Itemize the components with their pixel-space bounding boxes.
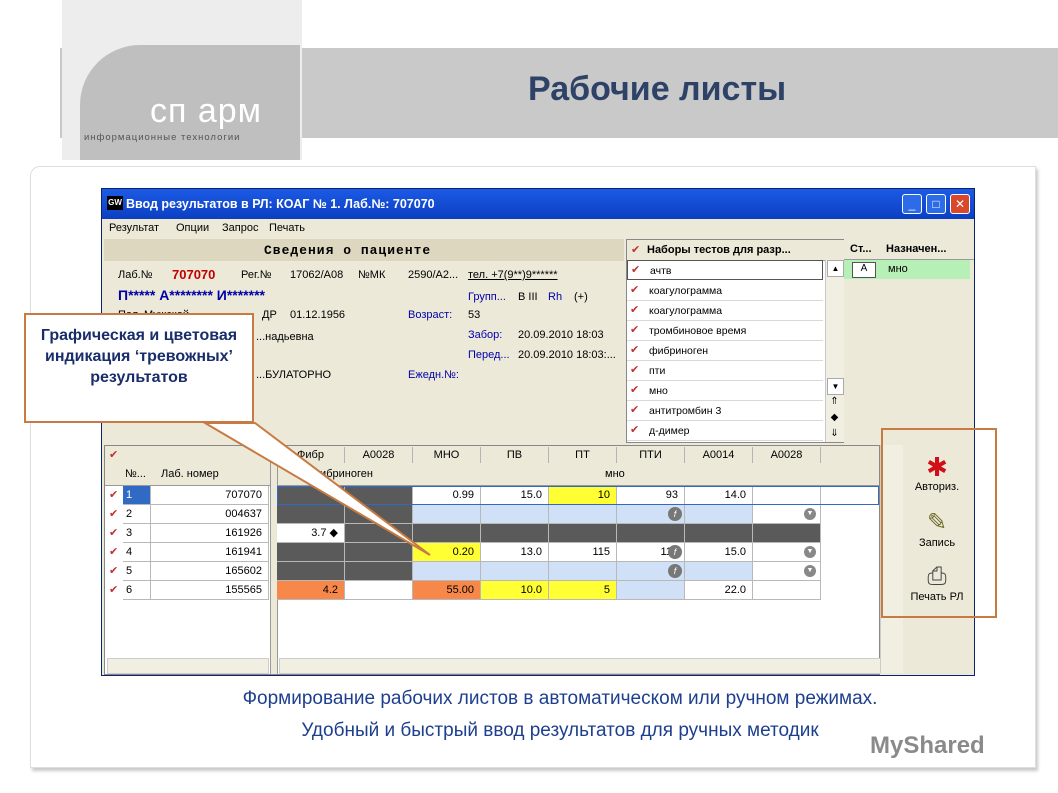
caption-line-1: Формирование рабочих листов в автоматиче… xyxy=(242,688,878,709)
callout-text: Графическая и цветовая индикация ‘тревож… xyxy=(40,327,238,386)
toolbar-highlight xyxy=(881,428,997,618)
watermark: MyShared xyxy=(870,732,985,759)
callout-box: Графическая и цветовая индикация ‘тревож… xyxy=(24,313,254,423)
callout-arrow xyxy=(201,422,431,556)
